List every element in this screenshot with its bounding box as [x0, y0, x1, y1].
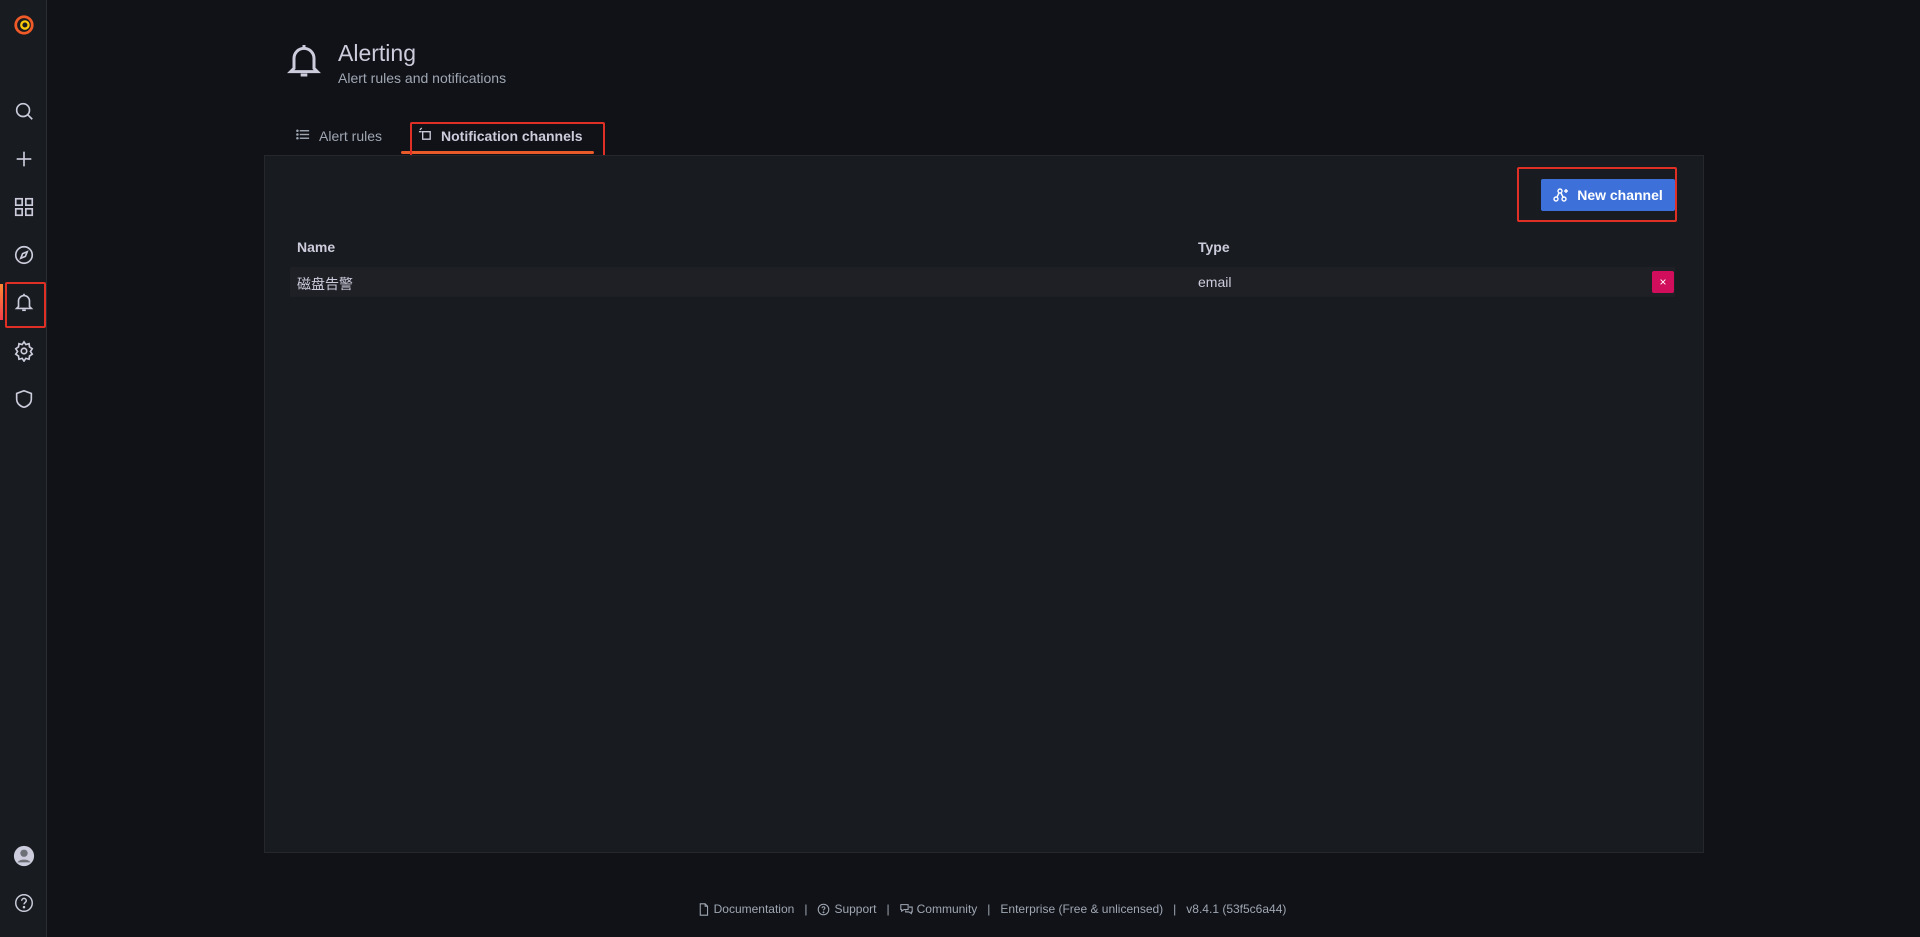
tab-alert-rules[interactable]: Alert rules: [296, 124, 382, 148]
channels-icon: [418, 127, 441, 145]
footer-separator: |: [804, 902, 808, 916]
table-row[interactable]: 磁盘告警 email ×: [290, 267, 1675, 297]
community-icon: [899, 903, 913, 915]
delete-button[interactable]: ×: [1652, 271, 1674, 293]
edition-link[interactable]: Enterprise (Free & unlicensed): [1000, 902, 1163, 916]
column-header-name: Name: [297, 239, 336, 255]
footer-separator: |: [987, 902, 991, 916]
support-icon: [818, 903, 830, 915]
tab-label: Alert rules: [319, 128, 383, 144]
page-header: Alerting Alert rules and notifications: [284, 38, 506, 86]
page-subtitle: Alert rules and notifications: [338, 70, 507, 86]
page-title: Alerting: [338, 40, 416, 66]
plus-icon[interactable]: [0, 137, 47, 181]
channel-add-icon: [1553, 188, 1569, 202]
explore-icon[interactable]: [0, 233, 47, 277]
channel-type[interactable]: email: [1198, 274, 1231, 290]
new-channel-button[interactable]: New channel: [1541, 179, 1675, 211]
column-header-type: Type: [1198, 239, 1230, 255]
avatar-icon[interactable]: [0, 834, 47, 878]
version-text: v8.4.1 (53f5c6a44): [1186, 902, 1287, 916]
shield-icon[interactable]: [0, 377, 47, 421]
search-icon[interactable]: [0, 89, 47, 133]
bell-icon[interactable]: [0, 280, 47, 324]
dashboards-icon[interactable]: [0, 185, 47, 229]
document-icon: [699, 902, 708, 916]
new-channel-label: New channel: [1577, 187, 1663, 203]
footer-separator: |: [1173, 902, 1177, 916]
grafana-logo-icon[interactable]: [0, 3, 47, 47]
tab-notification-channels[interactable]: Notification channels: [418, 124, 583, 148]
channels-panel: New channel Name Type 磁盘告警 email ×: [264, 155, 1704, 853]
bell-icon: [284, 38, 324, 82]
footer: Documentation | Support | Community | En…: [0, 902, 1920, 916]
community-link[interactable]: Community: [917, 902, 978, 916]
active-tab-indicator: [401, 151, 594, 154]
list-icon: [296, 127, 319, 145]
footer-separator: |: [886, 902, 890, 916]
support-link[interactable]: Support: [834, 902, 876, 916]
tab-label: Notification channels: [441, 128, 583, 144]
sidebar: [0, 0, 47, 937]
documentation-link[interactable]: Documentation: [714, 902, 795, 916]
gear-icon[interactable]: [0, 329, 47, 373]
channel-name[interactable]: 磁盘告警: [297, 274, 353, 294]
